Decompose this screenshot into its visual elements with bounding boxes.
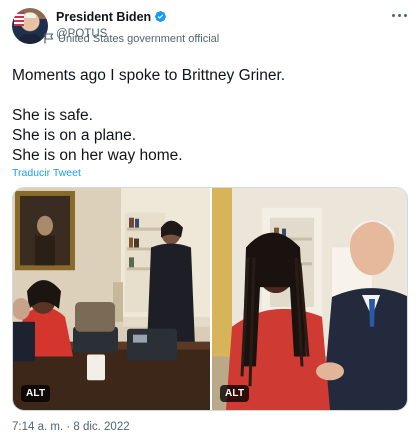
alt-text-button-2[interactable]: ALT: [220, 385, 250, 402]
translate-tweet-link[interactable]: Traducir Tweet: [12, 167, 81, 179]
tweet-line-3: She is on a plane.: [12, 127, 137, 144]
author-avatar[interactable]: [12, 8, 48, 44]
tweet-text: Moments ago I spoke to Brittney Griner. …: [12, 66, 408, 166]
more-options-icon[interactable]: [390, 8, 408, 22]
tweet-line-4: She is on her way home.: [12, 147, 183, 164]
photo-right-image: [212, 188, 407, 410]
tweet-timestamp[interactable]: 7:14 a. m. · 8 dic. 2022: [12, 421, 130, 433]
avatar-suit: [18, 34, 42, 44]
photo-left-image: [13, 188, 210, 410]
tweet-card: President Biden @POTUS United States gov…: [0, 0, 420, 445]
tweet-line-2: She is safe.: [12, 107, 93, 124]
author-display-name[interactable]: President Biden: [56, 10, 151, 25]
government-flag-icon: [44, 33, 54, 44]
photo-embrace[interactable]: ALT: [212, 188, 407, 410]
avatar-hair: [24, 13, 36, 18]
tweet-line-1: Moments ago I spoke to Brittney Griner.: [12, 67, 286, 84]
photo-oval-office-call[interactable]: ALT: [13, 188, 210, 410]
government-label: United States government official: [44, 33, 219, 45]
alt-text-button-1[interactable]: ALT: [21, 385, 51, 402]
flag-icon: [14, 12, 24, 26]
government-label-text: United States government official: [58, 33, 220, 45]
media-grid: ALT ALT: [12, 187, 408, 411]
verified-badge-icon: [155, 10, 167, 23]
